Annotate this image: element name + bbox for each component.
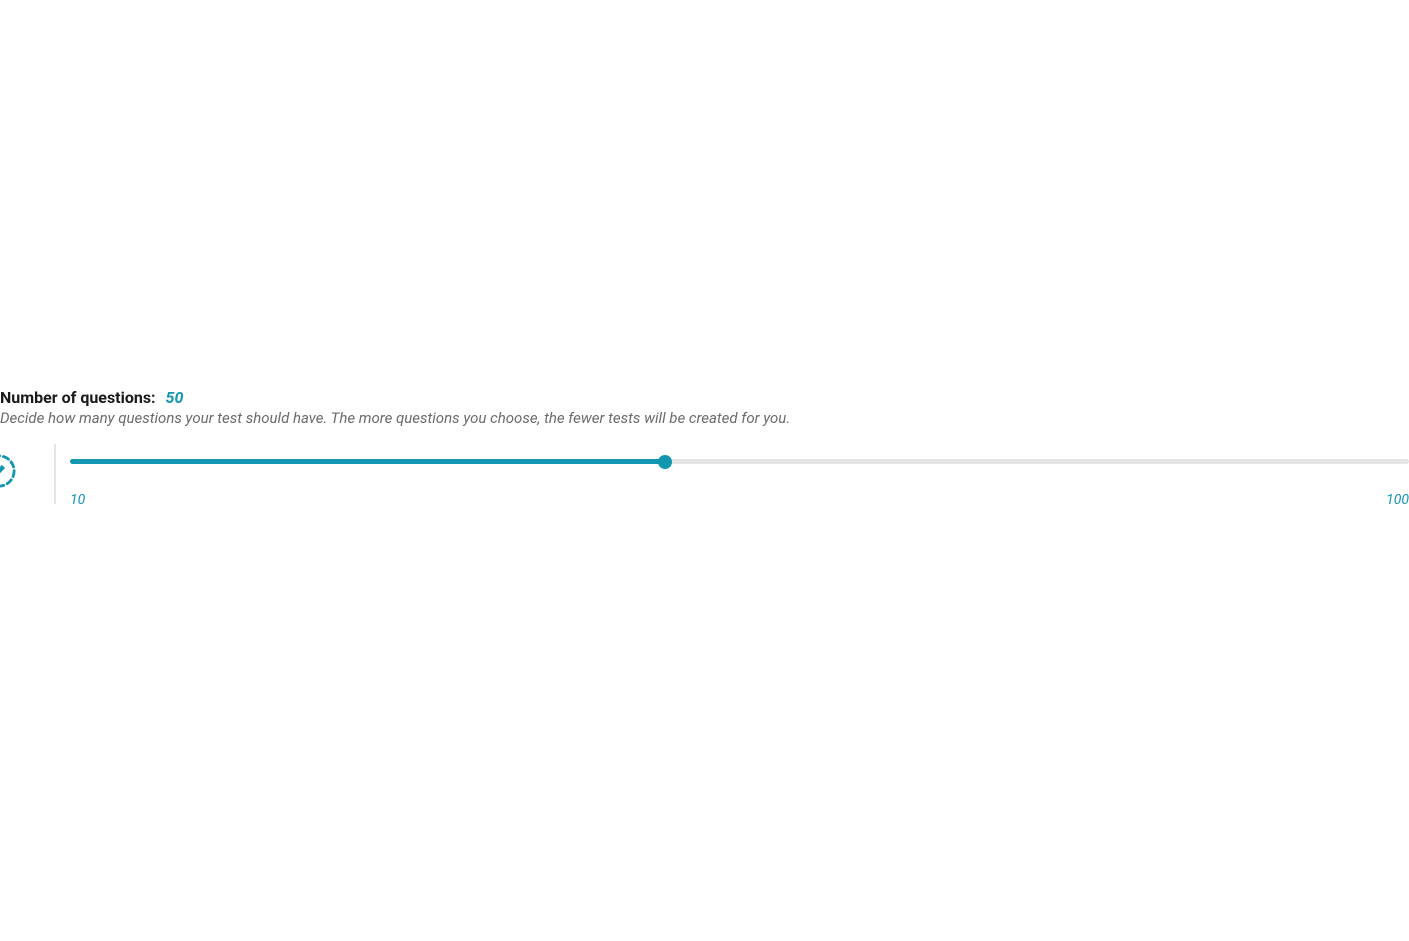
vertical-divider [54,444,56,504]
questions-value: 50 [166,388,184,407]
edit-circle-icon [0,454,16,488]
questions-slider[interactable] [70,459,1409,464]
slider-max-label: 100 [1386,492,1409,508]
questions-label: Number of questions: [0,388,156,407]
questions-description: Decide how many questions your test shou… [0,409,1409,427]
slider-min-label: 10 [70,492,85,508]
slider-fill [70,459,665,464]
slider-thumb[interactable] [658,455,672,469]
